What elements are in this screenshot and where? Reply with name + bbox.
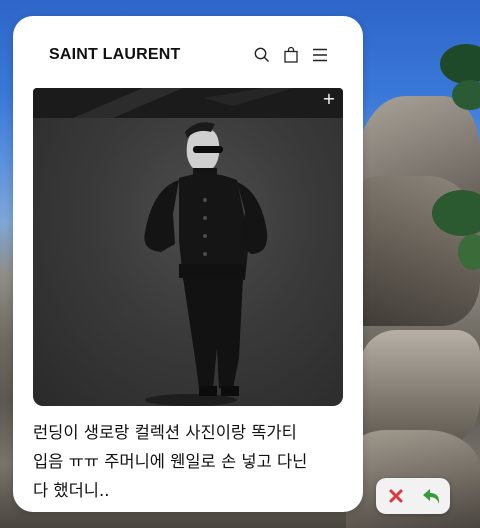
hamburger-menu-icon[interactable] [311, 46, 329, 64]
plus-icon[interactable]: + [322, 91, 336, 107]
shopping-bag-icon[interactable] [282, 46, 300, 64]
brand-logo[interactable]: SAINT LAURENT [49, 46, 180, 64]
model-figure [73, 88, 293, 406]
post-card: SAINT LAURENT + 런딩이 생로랑 컬렉션 사진이랑 똑가티 입음 … [13, 16, 363, 512]
close-x-icon[interactable] [384, 484, 408, 508]
pine-tree [458, 234, 480, 270]
brand-header: SAINT LAURENT [13, 16, 363, 88]
campaign-photo[interactable]: + [33, 88, 343, 406]
search-icon[interactable] [253, 46, 271, 64]
pine-tree [452, 80, 480, 110]
undo-arrow-icon[interactable] [420, 484, 444, 508]
pine-tree [440, 44, 480, 84]
action-pill [376, 478, 450, 514]
post-caption: 런딩이 생로랑 컬렉션 사진이랑 똑가티 입음 ㅠㅠ 주머니에 웬일로 손 넣고… [33, 423, 308, 500]
